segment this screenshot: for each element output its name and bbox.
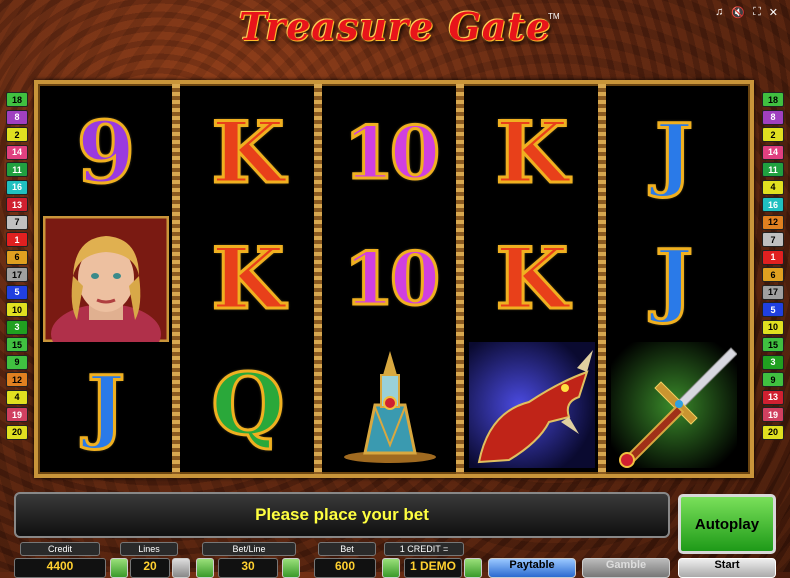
payline-indicator[interactable]: 3 [762, 354, 784, 370]
payline-indicator[interactable]: 15 [6, 337, 28, 352]
symbol-dragon [468, 342, 596, 468]
gamble-button[interactable]: Gamble [582, 558, 670, 578]
trademark: TM [548, 12, 560, 21]
demo-value: 1 DEMO [404, 558, 462, 578]
credit-value: 4400 [14, 558, 106, 578]
bet-line-increase-button[interactable] [282, 558, 300, 578]
reel-separator [314, 84, 322, 474]
symbol-king: K [210, 103, 286, 202]
payline-indicator[interactable]: 6 [762, 267, 784, 282]
symbol-jack: J [654, 106, 695, 200]
payline-indicator[interactable]: 11 [762, 162, 784, 177]
symbol-nine: 9 [75, 103, 136, 202]
bet-value: 600 [314, 558, 376, 578]
payline-indicator[interactable]: 8 [762, 109, 784, 125]
payline-indicator[interactable]: 9 [6, 354, 28, 370]
payline-indicator[interactable]: 6 [6, 249, 28, 265]
payline-indicator[interactable]: 20 [762, 424, 784, 440]
bet-label: Bet [318, 542, 376, 556]
payline-indicator[interactable]: 1 [762, 249, 784, 265]
payline-indicator[interactable]: 11 [6, 162, 28, 177]
payline-indicator[interactable]: 1 [6, 232, 28, 247]
payline-indicator[interactable]: 12 [762, 214, 784, 230]
music-icon[interactable]: ♫ [715, 6, 723, 19]
symbol-queen: Q [210, 355, 286, 454]
payline-indicators-right: 18 8 2 14 11 4 16 12 7 1 6 17 5 10 15 3 9 13 19 20 [762, 92, 784, 442]
payline-indicator[interactable]: 9 [762, 372, 784, 387]
payline-indicator[interactable]: 16 [762, 197, 784, 212]
lines-value: 20 [130, 558, 170, 578]
symbol-jack: J [86, 358, 127, 452]
fullscreen-icon[interactable]: ⛶ [753, 6, 761, 19]
message-bar: Please place your bet [14, 492, 670, 538]
payline-indicator[interactable]: 2 [6, 127, 28, 142]
reel-separator [172, 84, 180, 474]
top-icon-bar: ♫ 🔇 ⛶ ✕ [715, 6, 778, 19]
start-button[interactable]: Start [678, 558, 776, 578]
message-text: Please place your bet [255, 505, 429, 524]
payline-indicator[interactable]: 7 [6, 214, 28, 230]
payline-indicator[interactable]: 2 [762, 127, 784, 142]
close-icon[interactable]: ✕ [769, 6, 778, 19]
payline-indicator[interactable]: 7 [762, 232, 784, 247]
reel-4: K K [468, 90, 596, 468]
payline-indicator[interactable]: 13 [762, 389, 784, 405]
reel-2: K K Q [184, 90, 312, 468]
lines-label: Lines [120, 542, 178, 556]
payline-indicator[interactable]: 17 [6, 267, 28, 282]
symbol-jack: J [654, 232, 695, 326]
payline-indicator[interactable]: 10 [762, 319, 784, 335]
bet-line-decrease-button[interactable] [196, 558, 214, 578]
sound-icon[interactable]: 🔇 [731, 6, 745, 19]
reel-separator [456, 84, 464, 474]
symbol-king: K [494, 103, 570, 202]
payline-indicator[interactable]: 18 [6, 92, 28, 107]
reel-5: J J [610, 90, 738, 468]
payline-indicator[interactable]: 18 [762, 92, 784, 107]
credit-rate-label: 1 CREDIT = [384, 542, 464, 556]
demo-decrease-button[interactable] [382, 558, 400, 578]
payline-indicator[interactable]: 5 [762, 302, 784, 317]
bet-line-value: 30 [218, 558, 278, 578]
payline-indicator[interactable]: 14 [762, 144, 784, 160]
reel-3: 10 10 [326, 90, 454, 468]
symbol-potion-bottle [326, 342, 454, 468]
symbol-ten: 10 [342, 236, 441, 321]
payline-indicator[interactable]: 8 [6, 109, 28, 125]
demo-increase-button[interactable] [464, 558, 482, 578]
payline-indicator[interactable]: 19 [762, 407, 784, 422]
payline-indicator[interactable]: 12 [6, 372, 28, 387]
reel-1: 9 J [42, 90, 170, 468]
payline-indicator[interactable]: 5 [6, 284, 28, 300]
payline-indicator[interactable]: 3 [6, 319, 28, 335]
payline-indicators-left: 18 8 2 14 11 16 13 7 1 6 17 5 10 3 15 9 12 4 19 20 [6, 92, 28, 442]
payline-indicator[interactable]: 14 [6, 144, 28, 160]
payline-indicator[interactable]: 4 [6, 389, 28, 405]
lines-increase-button[interactable] [172, 558, 190, 578]
symbol-ten: 10 [342, 110, 441, 195]
payline-indicator[interactable]: 4 [762, 179, 784, 195]
credit-label: Credit [20, 542, 100, 556]
paytable-button[interactable]: Paytable [488, 558, 576, 578]
payline-indicator[interactable]: 15 [762, 337, 784, 352]
payline-indicator[interactable]: 20 [6, 424, 28, 440]
payline-indicator[interactable]: 19 [6, 407, 28, 422]
payline-indicator[interactable]: 16 [6, 179, 28, 195]
bet-line-label: Bet/Line [202, 542, 296, 556]
payline-indicator[interactable]: 13 [6, 197, 28, 212]
symbol-king: K [494, 229, 570, 328]
symbol-king: K [210, 229, 286, 328]
payline-indicator[interactable]: 10 [6, 302, 28, 317]
reel-area: 9 J K K Q 10 10 K K J J [34, 80, 754, 478]
reel-separator [598, 84, 606, 474]
symbol-sword [610, 342, 738, 468]
payline-indicator[interactable]: 17 [762, 284, 784, 300]
symbol-woman-portrait [42, 216, 170, 342]
lines-decrease-button[interactable] [110, 558, 128, 578]
game-title-logo: Treasure Gate [238, 4, 552, 49]
